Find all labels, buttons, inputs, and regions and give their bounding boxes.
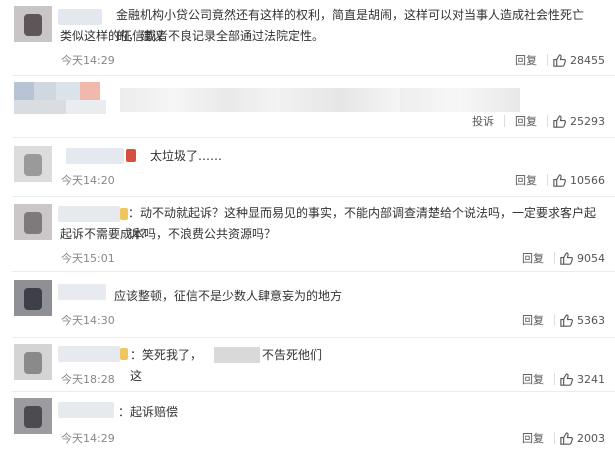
pixelated-content	[214, 347, 260, 363]
pixelated-content	[14, 100, 66, 114]
thumbs-up-icon	[560, 431, 573, 445]
reply-button[interactable]: 回复	[515, 52, 537, 68]
thumbs-up-icon	[560, 313, 573, 327]
avatar[interactable]	[14, 398, 52, 434]
like-button[interactable]: 28455	[552, 53, 605, 68]
divider	[554, 252, 555, 264]
divider	[12, 196, 615, 197]
comment-text: ：起诉赔偿	[118, 405, 179, 419]
comment-item: 应该整顿，征信不是少数人肆意妄为的地方 今天14:30 回复 5363	[0, 272, 615, 338]
report-button[interactable]: 投诉	[472, 113, 494, 129]
avatar[interactable]	[14, 6, 52, 42]
like-button[interactable]: 25293	[552, 114, 605, 129]
divider	[554, 432, 555, 444]
reply-button[interactable]: 回复	[515, 172, 537, 188]
comment-time: 今天14:29	[61, 432, 115, 445]
like-button[interactable]: 9054	[559, 251, 605, 266]
comment-actions: 投诉 回复 25293	[462, 113, 605, 129]
thumbs-up-icon	[553, 114, 566, 128]
comment-text-continued: 起诉不需要成本吗，不浪费公共资源吗？	[60, 227, 277, 241]
comment-time: 今天14:30	[61, 314, 115, 327]
user-badge	[120, 208, 128, 220]
pixelated-content	[14, 82, 34, 100]
username[interactable]	[58, 284, 106, 300]
reply-button[interactable]: 回复	[522, 250, 544, 266]
like-count: 25293	[570, 114, 605, 128]
divider	[547, 174, 548, 186]
pixelated-content	[80, 82, 100, 100]
avatar[interactable]	[14, 280, 52, 316]
username[interactable]	[58, 402, 114, 418]
like-count: 10566	[570, 173, 605, 187]
avatar[interactable]	[14, 146, 52, 182]
reply-button[interactable]: 回复	[522, 312, 544, 328]
like-button[interactable]: 5363	[559, 313, 605, 328]
divider	[504, 115, 505, 127]
avatar[interactable]	[14, 344, 52, 380]
comment-time: 今天14:29	[61, 54, 115, 67]
like-count: 3241	[577, 372, 605, 386]
comment-text-continued: 不告死他们	[262, 348, 323, 362]
like-count: 28455	[570, 53, 605, 67]
thumbs-up-icon	[553, 53, 566, 67]
comment-actions: 回复 9054	[512, 250, 605, 266]
divider	[554, 373, 555, 385]
comment-text: ：笑死我了，这	[130, 348, 203, 383]
username[interactable]	[58, 206, 120, 222]
like-button[interactable]: 10566	[552, 173, 605, 188]
comment-item: ：起诉赔偿 今天14:29 回复 2003	[0, 392, 615, 456]
pixelated-content	[280, 88, 400, 112]
thumbs-up-icon	[553, 173, 566, 187]
comment-time: 今天15:01	[61, 252, 115, 265]
avatar[interactable]	[14, 204, 52, 240]
comment-actions: 回复 10566	[505, 172, 605, 188]
pixelated-content	[56, 82, 80, 100]
user-badge	[120, 348, 128, 360]
comment-item: 金融机构小贷公司竟然还有这样的权利，简直是胡闹，这样可以对当事人造成社会性死亡的…	[0, 0, 615, 76]
pixelated-content	[120, 88, 280, 112]
comment-text: 应该整顿，征信不是少数人肆意妄为的地方	[114, 289, 343, 303]
like-button[interactable]: 3241	[559, 372, 605, 387]
comment-item: ：笑死我了，这 不告死他们 今天18:28 回复 3241	[0, 338, 615, 392]
like-count: 5363	[577, 313, 605, 327]
username[interactable]	[66, 148, 124, 164]
like-button[interactable]: 2003	[559, 431, 605, 446]
username[interactable]	[58, 346, 120, 362]
thumbs-up-icon	[560, 372, 573, 386]
reply-button[interactable]: 回复	[522, 371, 544, 387]
thumbs-up-icon	[560, 251, 573, 265]
divider	[547, 115, 548, 127]
comment-item: 投诉 回复 25293	[0, 76, 615, 138]
comment-actions: 回复 3241	[512, 371, 605, 387]
comment-actions: 回复 2003	[512, 430, 605, 446]
comment-actions: 回复 28455	[505, 52, 605, 68]
comment-time: 今天14:20	[61, 174, 115, 187]
like-count: 2003	[577, 431, 605, 445]
comment-text-continued: 类似这样的征信或者不良记录全部通过法院定性。	[60, 29, 325, 43]
reply-button[interactable]: 回复	[515, 113, 537, 129]
divider	[554, 314, 555, 326]
pixelated-content	[34, 82, 56, 100]
user-badge	[126, 149, 136, 162]
comment-time: 今天18:28	[61, 373, 115, 386]
pixelated-content	[66, 100, 106, 114]
comment-item: 太垃圾了…… 今天14:20 回复 10566	[0, 138, 615, 198]
pixelated-content	[400, 88, 520, 112]
comment-item: ：动不动就起诉？这种显而易见的事实，不能内部调查清楚给个说法吗，一定要求客户起诉…	[0, 198, 615, 272]
comment-text: 太垃圾了……	[150, 149, 223, 163]
like-count: 9054	[577, 251, 605, 265]
divider	[547, 54, 548, 66]
reply-button[interactable]: 回复	[522, 430, 544, 446]
comment-actions: 回复 5363	[512, 312, 605, 328]
username[interactable]	[58, 9, 102, 25]
